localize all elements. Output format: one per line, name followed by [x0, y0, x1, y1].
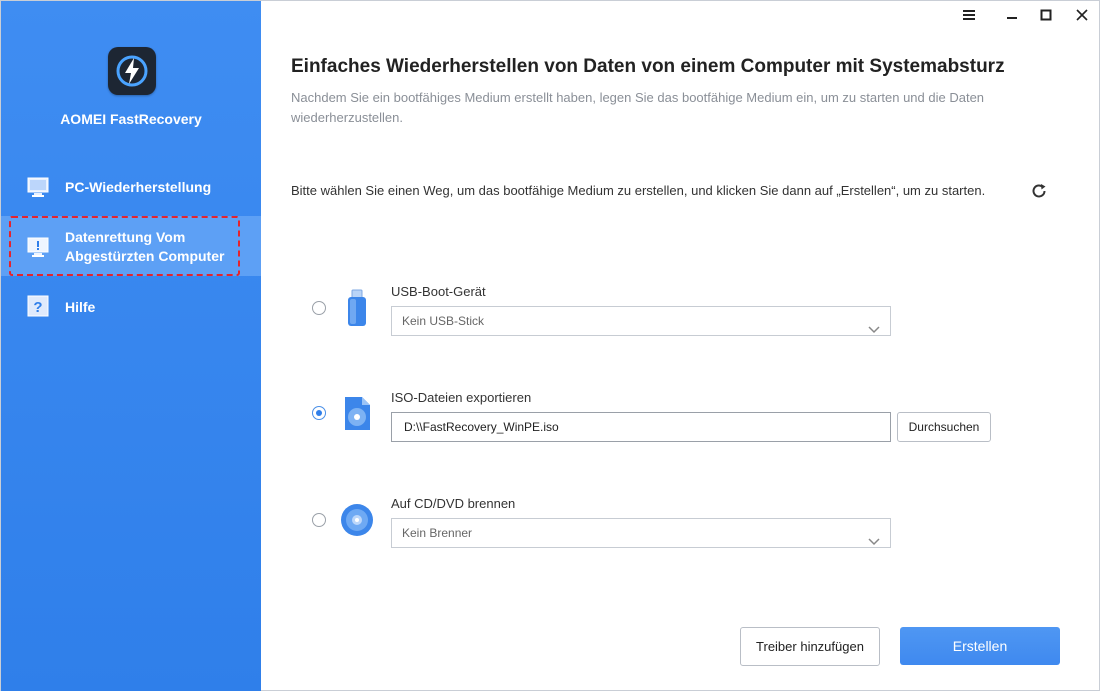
- refresh-icon[interactable]: [1030, 182, 1048, 205]
- help-icon: ?: [27, 295, 49, 320]
- page-description: Nachdem Sie ein bootfähiges Medium erste…: [291, 90, 985, 125]
- app-window: AOMEI FastRecovery PC-Wiederherstellung: [0, 0, 1100, 691]
- iso-option-radio[interactable]: [312, 406, 326, 420]
- sidebar-item-crashed-pc-data-recovery[interactable]: Datenrettung Vom Abgestürzten Computer: [1, 216, 261, 276]
- sidebar-item-help[interactable]: ? Hilfe: [1, 292, 261, 322]
- lightning-logo-icon: [116, 55, 148, 87]
- close-icon[interactable]: [1071, 7, 1093, 27]
- usb-device-select-value: Kein USB-Stick: [402, 314, 485, 328]
- usb-device-select[interactable]: Kein USB-Stick: [391, 306, 891, 336]
- sidebar: AOMEI FastRecovery PC-Wiederherstellung: [1, 1, 261, 691]
- app-logo: [108, 47, 156, 95]
- monitor-icon: [27, 176, 49, 201]
- iso-file-icon: [341, 395, 373, 438]
- usb-option-label: USB-Boot-Gerät: [391, 284, 486, 299]
- monitor-warning-icon: [27, 236, 49, 261]
- usb-drive-icon: [343, 289, 371, 334]
- browse-button[interactable]: Durchsuchen: [897, 412, 991, 442]
- usb-option-radio[interactable]: [312, 301, 326, 315]
- sidebar-item-label-line2: Abgestürzten Computer: [65, 248, 225, 264]
- menu-icon[interactable]: [958, 7, 980, 27]
- chevron-down-icon: [868, 316, 880, 344]
- cd-dvd-option-label: Auf CD/DVD brennen: [391, 496, 516, 511]
- sidebar-item-label: Hilfe: [65, 299, 96, 315]
- burner-select-value: Kein Brenner: [402, 526, 473, 540]
- minimize-icon[interactable]: [1001, 7, 1023, 27]
- iso-option-label: ISO-Dateien exportieren: [391, 390, 532, 405]
- page-title: Einfaches Wiederherstellen von Daten von…: [291, 56, 1005, 77]
- iso-path-input[interactable]: D:\\FastRecovery_WinPE.iso: [391, 412, 891, 442]
- cd-dvd-option-radio[interactable]: [312, 513, 326, 527]
- chevron-down-icon: [868, 528, 880, 556]
- create-button[interactable]: Erstellen: [900, 627, 1060, 665]
- instruction-text: Bitte wählen Sie einen Weg, um das bootf…: [291, 183, 986, 198]
- disc-icon: [340, 503, 374, 542]
- svg-text:?: ?: [33, 299, 42, 316]
- app-name: AOMEI FastRecovery: [60, 111, 202, 127]
- add-driver-button[interactable]: Treiber hinzufügen: [740, 627, 880, 666]
- burner-select[interactable]: Kein Brenner: [391, 518, 891, 548]
- sidebar-item-pc-recovery[interactable]: PC-Wiederherstellung: [1, 173, 261, 203]
- sidebar-item-label: Datenrettung Vom Abgestürzten Computer: [65, 228, 224, 266]
- sidebar-item-label: PC-Wiederherstellung: [65, 179, 212, 195]
- maximize-icon[interactable]: [1035, 7, 1057, 27]
- sidebar-item-label-line1: Datenrettung Vom: [65, 229, 186, 245]
